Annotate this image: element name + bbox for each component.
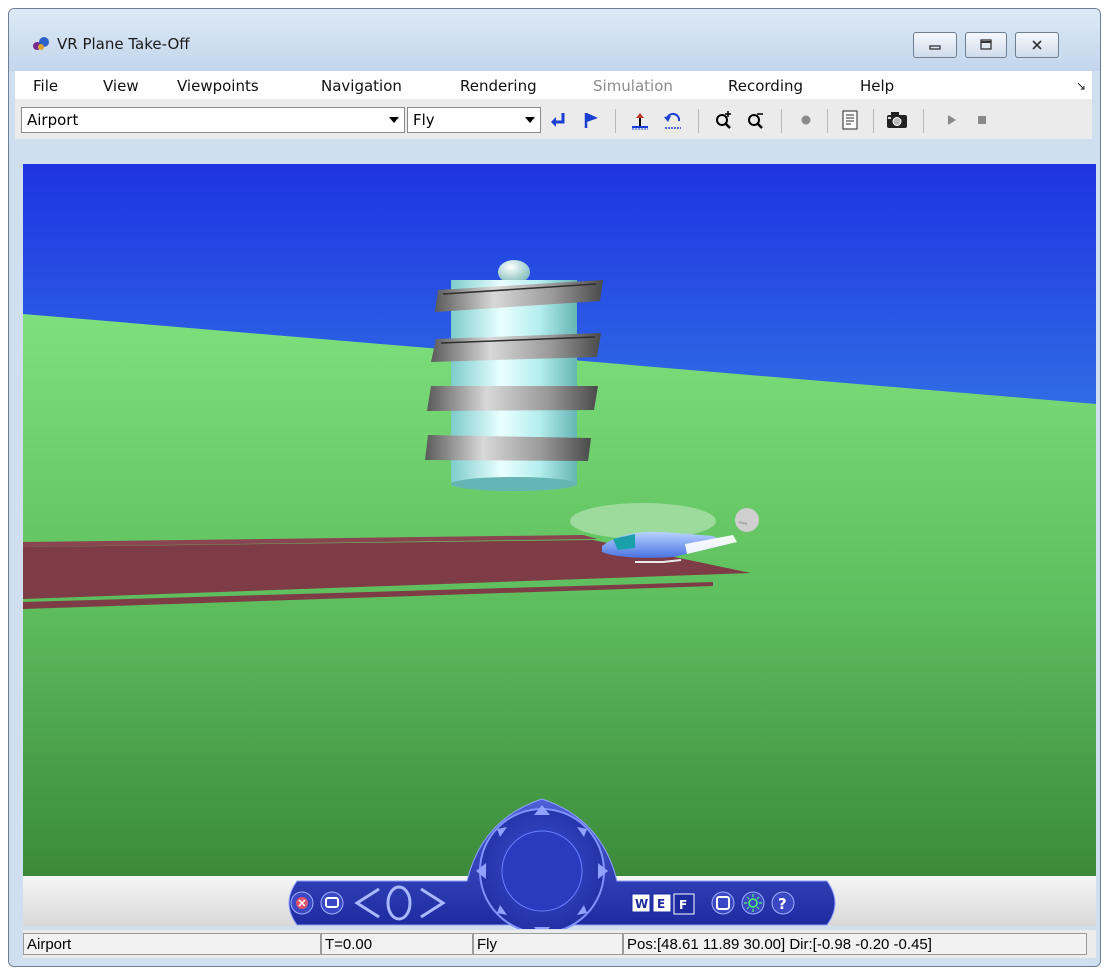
menu-navigation[interactable]: Navigation bbox=[321, 77, 402, 95]
menu-help[interactable]: Help bbox=[860, 77, 894, 95]
toolbar-separator bbox=[698, 109, 699, 133]
maximize-icon bbox=[980, 39, 992, 50]
control-tower bbox=[425, 260, 603, 491]
close-button[interactable] bbox=[1015, 32, 1059, 58]
walk-mode-icon[interactable]: W bbox=[631, 893, 651, 913]
return-to-viewpoint-icon bbox=[551, 113, 565, 127]
scene-viewport[interactable] bbox=[23, 164, 1096, 876]
toolbar-separator bbox=[615, 109, 616, 133]
navigation-panel: W E F ? bbox=[288, 798, 836, 929]
help-label: ? bbox=[778, 895, 787, 913]
viewpoint-select-value: Airport bbox=[27, 111, 79, 129]
examine-letter: E bbox=[657, 897, 665, 911]
help-icon[interactable]: ? bbox=[771, 891, 795, 915]
wireframe-icon[interactable] bbox=[711, 891, 735, 915]
toolbar-separator bbox=[873, 109, 874, 133]
title-bar: VR Plane Take-Off bbox=[9, 9, 1100, 71]
capture-frame-icon bbox=[842, 110, 858, 130]
straighten-up-icon bbox=[632, 113, 648, 130]
minimize-panel-icon[interactable] bbox=[320, 891, 344, 915]
snapshot-button[interactable] bbox=[884, 107, 910, 133]
undo-move-icon bbox=[664, 112, 681, 129]
fly-mode-icon[interactable]: F bbox=[673, 893, 695, 915]
menu-simulation: Simulation bbox=[593, 77, 673, 95]
status-time: T=0.00 bbox=[321, 933, 473, 955]
capture-frame-button[interactable] bbox=[837, 107, 863, 133]
menu-file[interactable]: File bbox=[33, 77, 58, 95]
status-mode: Fly bbox=[473, 933, 623, 955]
undo-move-button[interactable] bbox=[660, 107, 686, 133]
return-to-viewpoint-button[interactable] bbox=[545, 107, 571, 133]
undock-arrow-icon[interactable]: ↘ bbox=[1076, 79, 1086, 93]
close-panel-icon[interactable] bbox=[290, 891, 314, 915]
play-icon bbox=[948, 115, 956, 125]
minimize-icon bbox=[929, 45, 941, 50]
toolbar: Airport Fly bbox=[15, 99, 1092, 139]
stop-button[interactable] bbox=[969, 107, 995, 133]
viewpoint-select[interactable]: Airport bbox=[21, 107, 405, 133]
status-viewpoint: Airport bbox=[23, 933, 321, 955]
toolbar-separator bbox=[923, 109, 924, 133]
stop-icon bbox=[978, 116, 986, 124]
record-button[interactable] bbox=[793, 107, 819, 133]
zoom-out-button[interactable] bbox=[743, 107, 769, 133]
navigation-mode-select[interactable]: Fly bbox=[407, 107, 541, 133]
toolbar-separator bbox=[781, 109, 782, 133]
fly-letter: F bbox=[679, 898, 687, 912]
flag-icon bbox=[584, 113, 598, 128]
zoom-in-icon bbox=[716, 111, 731, 129]
menu-bar: File View Viewpoints Navigation Renderin… bbox=[15, 71, 1092, 99]
menu-recording[interactable]: Recording bbox=[728, 77, 803, 95]
menu-viewpoints[interactable]: Viewpoints bbox=[177, 77, 259, 95]
headlight-icon[interactable] bbox=[741, 891, 765, 915]
navigation-wheel-icon[interactable] bbox=[476, 805, 608, 929]
menu-rendering[interactable]: Rendering bbox=[460, 77, 537, 95]
record-icon bbox=[801, 115, 811, 125]
walk-letter: W bbox=[635, 897, 648, 911]
chevron-down-icon bbox=[525, 117, 535, 123]
straighten-up-button[interactable] bbox=[627, 107, 653, 133]
minimize-button[interactable] bbox=[913, 32, 957, 58]
toolbar-separator bbox=[827, 109, 828, 133]
maximize-button[interactable] bbox=[965, 32, 1007, 58]
zoom-in-button[interactable] bbox=[711, 107, 737, 133]
snapshot-camera-icon bbox=[887, 112, 907, 128]
status-position: Pos:[48.61 11.89 30.00] Dir:[-0.98 -0.20… bbox=[623, 933, 1087, 955]
status-bar: Airport T=0.00 Fly Pos:[48.61 11.89 30.0… bbox=[23, 930, 1096, 958]
zoom-out-icon bbox=[748, 113, 763, 129]
vr-app-icon bbox=[33, 37, 49, 50]
go-to-default-viewpoint-button[interactable] bbox=[578, 107, 604, 133]
window-title: VR Plane Take-Off bbox=[57, 35, 190, 53]
menu-view[interactable]: View bbox=[103, 77, 139, 95]
chevron-down-icon bbox=[389, 117, 399, 123]
play-button[interactable] bbox=[939, 107, 965, 133]
close-icon bbox=[1032, 40, 1042, 50]
app-window: VR Plane Take-Off File View Viewpoints N… bbox=[8, 8, 1101, 967]
examine-mode-icon[interactable]: E bbox=[652, 893, 672, 913]
navigation-mode-value: Fly bbox=[413, 111, 435, 129]
